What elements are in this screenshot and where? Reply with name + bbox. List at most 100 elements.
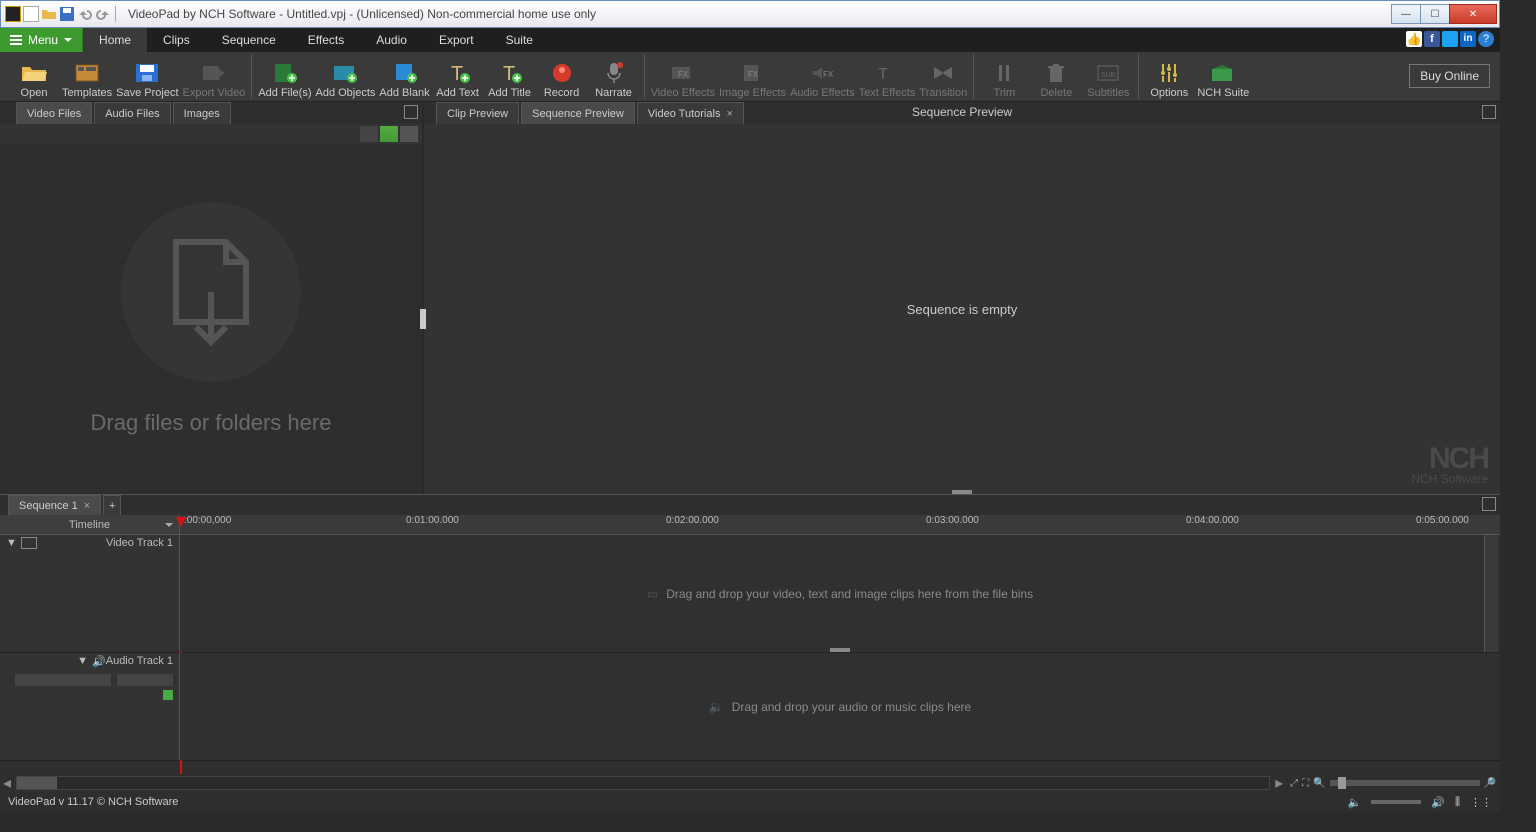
volume-down-icon[interactable]: 🔈 xyxy=(1348,796,1362,809)
equalizer-icon[interactable]: ⫼ xyxy=(1455,796,1460,809)
facebook-icon[interactable]: f xyxy=(1424,31,1440,47)
bin-tab-audio[interactable]: Audio Files xyxy=(94,102,170,124)
bin-delete-icon[interactable] xyxy=(360,126,378,142)
splitter-handle-h[interactable] xyxy=(952,490,972,494)
scrollbar-thumb[interactable] xyxy=(17,777,57,789)
trim-button[interactable]: Trim xyxy=(980,58,1028,99)
volume-up-icon[interactable]: 🔊 xyxy=(1431,796,1445,809)
settings-grip-icon[interactable]: ⋮⋮ xyxy=(1470,796,1492,809)
templates-button[interactable]: Templates xyxy=(62,58,112,99)
subtitles-button[interactable]: SUBSubtitles xyxy=(1084,58,1132,99)
add-objects-button[interactable]: Add Objects xyxy=(316,58,376,99)
tab-clips[interactable]: Clips xyxy=(147,28,206,52)
timeline-tab-seq1[interactable]: Sequence 1× xyxy=(8,495,101,515)
open-button[interactable]: Open xyxy=(10,58,58,99)
restore-timeline-icon[interactable] xyxy=(1482,497,1496,511)
timeline-hscrollbar[interactable] xyxy=(16,776,1270,790)
snap-icon[interactable]: ⤢ xyxy=(1290,778,1298,789)
volume-slider[interactable] xyxy=(1371,800,1421,804)
video-effects-button[interactable]: FXVideo Effects xyxy=(651,58,715,99)
audio-track-body[interactable]: 🔉 Drag and drop your audio or music clip… xyxy=(180,653,1500,760)
add-files-button[interactable]: Add File(s) xyxy=(258,58,311,99)
folder-open-icon xyxy=(21,60,47,86)
chevron-down-icon[interactable]: ▼ xyxy=(77,655,88,667)
bin-tab-video[interactable]: Video Files xyxy=(16,102,92,124)
maximize-button[interactable]: ☐ xyxy=(1420,4,1450,24)
linkedin-icon[interactable]: in xyxy=(1460,31,1476,47)
add-title-icon: T xyxy=(497,60,523,86)
buy-online-button[interactable]: Buy Online xyxy=(1409,64,1490,88)
menu-button[interactable]: Menu xyxy=(0,28,83,52)
new-icon[interactable] xyxy=(23,6,39,22)
video-fx-icon: FX xyxy=(670,60,696,86)
minimize-button[interactable]: — xyxy=(1391,4,1421,24)
fit-icon[interactable]: ⛶ xyxy=(1302,778,1309,789)
tab-effects[interactable]: Effects xyxy=(292,28,360,52)
record-button[interactable]: Record xyxy=(538,58,586,99)
zoom-in-icon[interactable]: 🔎 xyxy=(1484,778,1496,789)
add-text-button[interactable]: TAdd Text xyxy=(434,58,482,99)
timeline-tabs: Sequence 1× + xyxy=(0,495,1500,515)
close-seq-icon[interactable]: × xyxy=(84,500,90,512)
open-icon[interactable] xyxy=(41,6,57,22)
subtitles-icon: SUB xyxy=(1095,60,1121,86)
nch-suite-button[interactable]: NCH Suite xyxy=(1197,58,1249,99)
svg-text:FX: FX xyxy=(748,70,759,79)
delete-button[interactable]: Delete xyxy=(1032,58,1080,99)
bin-view-icon[interactable] xyxy=(400,126,418,142)
help-icon[interactable]: ? xyxy=(1478,31,1494,47)
audio-effects-button[interactable]: FXAudio Effects xyxy=(790,58,855,99)
tab-audio[interactable]: Audio xyxy=(360,28,423,52)
video-track: ▼ Video Track 1 ▭ Drag and drop your vid… xyxy=(0,535,1500,653)
scroll-left-icon[interactable]: ◂ xyxy=(0,773,14,793)
timeline-ruler[interactable]: Timeline :00:00,000 0:01:00.000 0:02:00.… xyxy=(0,515,1500,535)
save-icon[interactable] xyxy=(59,6,75,22)
chevron-down-icon[interactable]: ▼ xyxy=(6,537,17,549)
preview-tab-tutorials[interactable]: Video Tutorials× xyxy=(637,102,744,124)
add-title-button[interactable]: TAdd Title xyxy=(486,58,534,99)
bin-dropzone[interactable]: Drag files or folders here xyxy=(0,144,422,494)
tick: 0:05:00.000 xyxy=(1416,515,1469,526)
bin-add-icon[interactable] xyxy=(380,126,398,142)
narrate-button[interactable]: Narrate xyxy=(590,58,638,99)
video-track-header[interactable]: ▼ Video Track 1 xyxy=(0,535,180,652)
options-button[interactable]: Options xyxy=(1145,58,1193,99)
transition-button[interactable]: Transition xyxy=(919,58,967,99)
bin-tab-images[interactable]: Images xyxy=(173,102,231,124)
thumbs-up-icon[interactable]: 👍 xyxy=(1406,31,1422,47)
redo-icon[interactable] xyxy=(95,6,111,22)
timeline-add-tab[interactable]: + xyxy=(103,495,121,515)
splitter-handle[interactable] xyxy=(420,309,426,329)
restore-preview-icon[interactable] xyxy=(1482,105,1496,119)
audio-track-header[interactable]: ▼ 🔊 Audio Track 1 xyxy=(0,653,180,760)
vscrollbar[interactable] xyxy=(1484,535,1498,652)
file-drop-icon xyxy=(121,202,301,382)
track-visibility-icon[interactable] xyxy=(21,537,37,549)
track-resize-handle[interactable] xyxy=(830,648,850,652)
zoom-thumb[interactable] xyxy=(1338,777,1346,789)
preview-tab-sequence[interactable]: Sequence Preview xyxy=(521,102,635,124)
tab-sequence[interactable]: Sequence xyxy=(206,28,292,52)
tab-export[interactable]: Export xyxy=(423,28,490,52)
tab-home[interactable]: Home xyxy=(83,28,147,52)
speaker-icon[interactable]: 🔊 xyxy=(92,655,106,668)
scroll-right-icon[interactable]: ▸ xyxy=(1272,773,1286,793)
track-solo-icon[interactable] xyxy=(163,690,173,700)
undo-icon[interactable] xyxy=(77,6,93,22)
image-effects-button[interactable]: FXImage Effects xyxy=(719,58,786,99)
zoom-out-icon[interactable]: 🔍 xyxy=(1313,778,1325,789)
export-video-button[interactable]: Export Video xyxy=(183,58,246,99)
close-tab-icon[interactable]: × xyxy=(726,108,732,120)
video-track-body[interactable]: ▭ Drag and drop your video, text and ima… xyxy=(180,535,1500,652)
preview-tab-clip[interactable]: Clip Preview xyxy=(436,102,519,124)
restore-pane-icon[interactable] xyxy=(404,105,418,119)
zoom-slider[interactable] xyxy=(1330,780,1480,786)
timeline-mode-selector[interactable]: Timeline xyxy=(0,515,180,534)
tab-suite[interactable]: Suite xyxy=(490,28,549,52)
timeline-ticks[interactable]: :00:00,000 0:01:00.000 0:02:00.000 0:03:… xyxy=(180,515,1500,534)
twitter-icon[interactable] xyxy=(1442,31,1458,47)
save-project-button[interactable]: Save Project xyxy=(116,58,178,99)
close-button[interactable]: ✕ xyxy=(1449,4,1497,24)
add-blank-button[interactable]: Add Blank xyxy=(379,58,429,99)
text-effects-button[interactable]: TText Effects xyxy=(859,58,916,99)
